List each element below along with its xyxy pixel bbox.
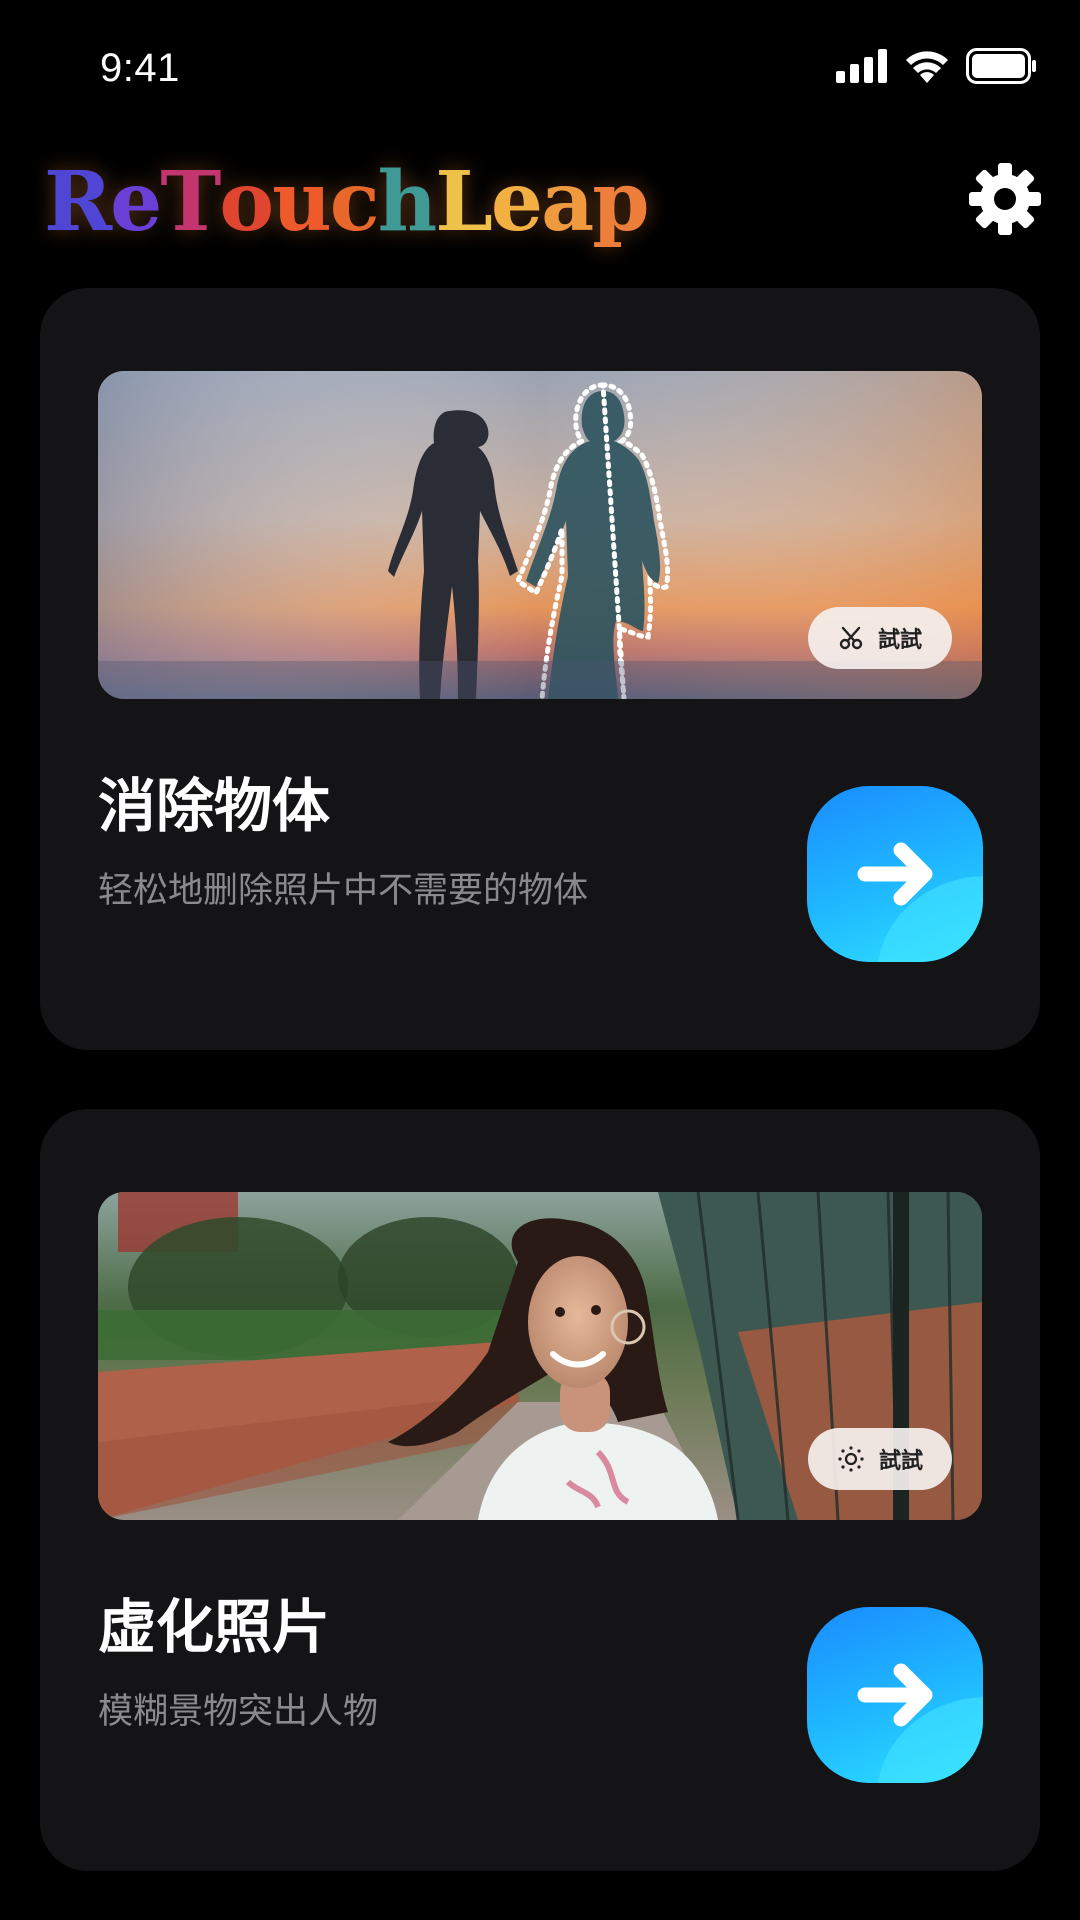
sunset-couple-image: 試試 (98, 371, 982, 699)
status-time: 9:41 (100, 46, 180, 90)
arrow-right-icon (857, 842, 933, 906)
logo-letter: c (329, 154, 380, 250)
logo-letter: R (44, 154, 112, 250)
smiling-woman-image: 試試 (98, 1192, 982, 1520)
status-bar: 9:41 (0, 0, 1080, 140)
logo-letter: e (490, 154, 543, 250)
logo-letter: e (110, 154, 162, 250)
start-object-removal-button[interactable] (807, 786, 983, 962)
logo-letter: T (160, 154, 221, 250)
blur-icon (838, 1446, 864, 1472)
logo-letter: o (219, 154, 274, 250)
wifi-icon (906, 51, 948, 83)
blur-photo-card[interactable]: 試試 虚化照片 模糊景物突出人物 (40, 1109, 1040, 1871)
try-button[interactable]: 試試 (808, 607, 952, 669)
start-blur-photo-button[interactable] (807, 1607, 983, 1783)
card-description: 轻松地删除照片中不需要的物体 (98, 871, 589, 911)
try-button-label: 試試 (878, 1449, 923, 1474)
battery-icon (966, 48, 1036, 84)
logo-letter: L (435, 154, 493, 250)
eraser-scissors-icon (839, 626, 863, 650)
card-title: 虚化照片 (98, 1593, 331, 1661)
status-icons (836, 46, 1038, 86)
try-button[interactable]: 試試 (808, 1428, 952, 1490)
arrow-right-icon (857, 1663, 933, 1727)
logo-letter: p (592, 154, 649, 250)
logo-letter: h (377, 154, 438, 250)
app-logo: ReTouchLeap (44, 152, 650, 252)
logo-letter: a (541, 154, 594, 250)
card-title: 消除物体 (98, 772, 331, 840)
logo-letter: u (272, 154, 332, 250)
card-description: 模糊景物突出人物 (98, 1692, 379, 1732)
object-removal-card[interactable]: 試試 消除物体 轻松地删除照片中不需要的物体 (40, 288, 1040, 1050)
settings-button[interactable] (968, 162, 1042, 236)
try-button-label: 試試 (877, 628, 922, 653)
gear-icon (969, 163, 1041, 235)
cellular-signal-icon (836, 49, 887, 83)
